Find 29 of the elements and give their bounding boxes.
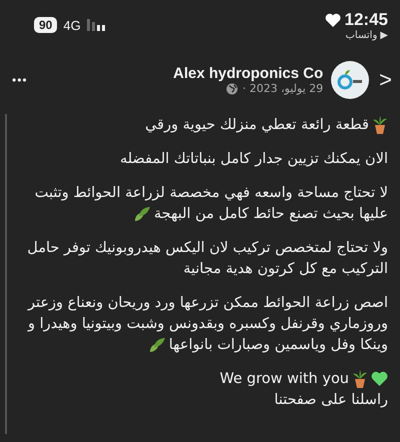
- heart-icon: [371, 371, 388, 386]
- post-text: الان يمكنك تزيين جدار كامل بنباتاتك المفضله: [120, 150, 388, 166]
- post-text: قطعة رائعة تعطي منزلك حيوية ورقي: [145, 116, 369, 132]
- globe-icon: [226, 82, 238, 94]
- avatar[interactable]: [331, 61, 370, 99]
- more-button[interactable]: •••: [12, 73, 28, 87]
- potted-plant-icon: [352, 370, 368, 388]
- author-name[interactable]: Alex hydroponics Co: [173, 65, 324, 82]
- battery-level: 90: [34, 17, 58, 33]
- next-button[interactable]: >: [369, 67, 392, 93]
- post-text: لا تحتاج مساحة واسعه فهي مخصصة لزراعة الحوائط وتثبت: [34, 184, 388, 200]
- heart-icon: [324, 13, 341, 27]
- post-text: راسلنا على صفحتنا: [274, 392, 388, 408]
- post-text: التركيب مع كل كرتون هدية مجانية: [183, 260, 388, 276]
- potted-plant-icon: [372, 116, 388, 134]
- leaves-icon: [133, 206, 151, 222]
- post-text: وينكا وفل وياسمين وصبارات بانواعها: [168, 336, 388, 352]
- post-text: ولا تحتاج لمتخصص تركيب لان اليكس هيدروبونيك توفر حامل: [27, 240, 388, 256]
- clock-time: 12:45: [344, 10, 388, 30]
- network-type: 4G: [63, 18, 81, 32]
- post-date: 29 يوليو، 2023 ·: [242, 82, 324, 95]
- post-text: We grow with you: [220, 370, 349, 386]
- logo-icon: [337, 69, 364, 91]
- signal-icon: [86, 19, 107, 31]
- post-text: وروزماري وقرنفل وكسبره وبقدونس وشبت وبيتونيا وهيدرا و: [28, 316, 388, 332]
- post-text: عليها بحيث تصنع حائط كامل من البهجة: [154, 206, 388, 222]
- back-to-app-link[interactable]: ▶ واتساب: [346, 30, 388, 41]
- post-text: اصص زراعة الحوائط ممكن تزرعها ورد وريحان ونعناع وزعتر: [28, 294, 388, 310]
- leaves-icon: [148, 336, 166, 352]
